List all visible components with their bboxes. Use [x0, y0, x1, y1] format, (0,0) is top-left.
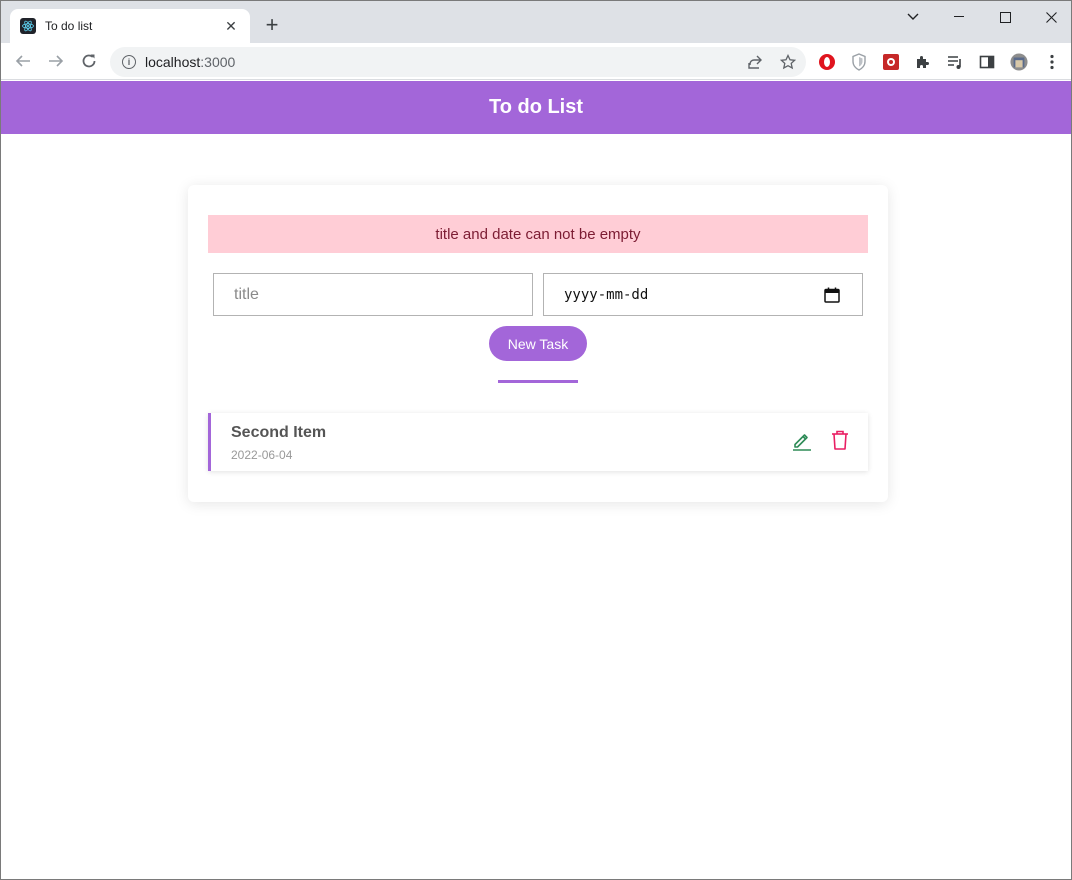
app-header: To do List: [1, 81, 1071, 134]
address-host: localhost: [145, 54, 201, 70]
extensions-puzzle-icon[interactable]: [914, 53, 932, 71]
edit-pencil-icon[interactable]: [791, 429, 813, 451]
browser-toolbar: i localhost:3000: [1, 43, 1071, 80]
section-divider: [498, 380, 578, 383]
date-input[interactable]: yyyy-mm-dd: [543, 273, 863, 316]
bookmark-star-icon[interactable]: [780, 54, 796, 70]
share-icon[interactable]: [747, 54, 763, 70]
game-extension-icon[interactable]: [882, 53, 900, 71]
shield-icon[interactable]: [850, 53, 868, 71]
todo-card: title and date can not be empty title yy…: [188, 185, 888, 502]
browser-window: To do list ✕ + i localhost:3000 To do Li…: [0, 0, 1072, 880]
opera-extension-icon[interactable]: [818, 53, 836, 71]
site-info-icon[interactable]: i: [122, 55, 136, 69]
media-queue-icon[interactable]: [946, 53, 964, 71]
side-panel-icon[interactable]: [978, 53, 996, 71]
error-alert: title and date can not be empty: [208, 215, 868, 253]
maximize-icon[interactable]: [995, 7, 1015, 27]
task-date: 2022-06-04: [231, 448, 293, 462]
minimize-icon[interactable]: [949, 7, 969, 27]
reload-icon[interactable]: [79, 51, 99, 71]
tab-title: To do list: [45, 19, 93, 33]
tab-search-icon[interactable]: [903, 7, 923, 27]
profile-avatar-icon[interactable]: [1010, 53, 1028, 71]
address-port: :3000: [200, 54, 236, 70]
task-title: Second Item: [231, 424, 327, 441]
new-tab-button[interactable]: +: [261, 14, 283, 36]
delete-trash-icon[interactable]: [829, 429, 851, 451]
address-url: localhost:3000: [145, 54, 235, 70]
tab-to-do-list[interactable]: To do list ✕: [10, 9, 250, 43]
calendar-icon[interactable]: [824, 287, 840, 303]
react-icon: [20, 18, 36, 34]
title-placeholder: title: [234, 285, 259, 303]
back-icon[interactable]: [13, 51, 33, 71]
new-task-button[interactable]: New Task: [489, 326, 587, 361]
close-icon[interactable]: ✕: [222, 18, 240, 35]
title-input[interactable]: title: [213, 273, 533, 316]
address-bar[interactable]: i localhost:3000: [110, 47, 806, 77]
menu-kebab-icon[interactable]: [1043, 53, 1061, 71]
tab-strip: To do list ✕ +: [1, 1, 1071, 43]
window-close-icon[interactable]: [1041, 7, 1061, 27]
page-title: To do List: [488, 96, 584, 118]
list-item: Second Item 2022-06-04: [208, 413, 868, 471]
date-placeholder: yyyy-mm-dd: [564, 286, 649, 303]
forward-icon[interactable]: [46, 51, 66, 71]
